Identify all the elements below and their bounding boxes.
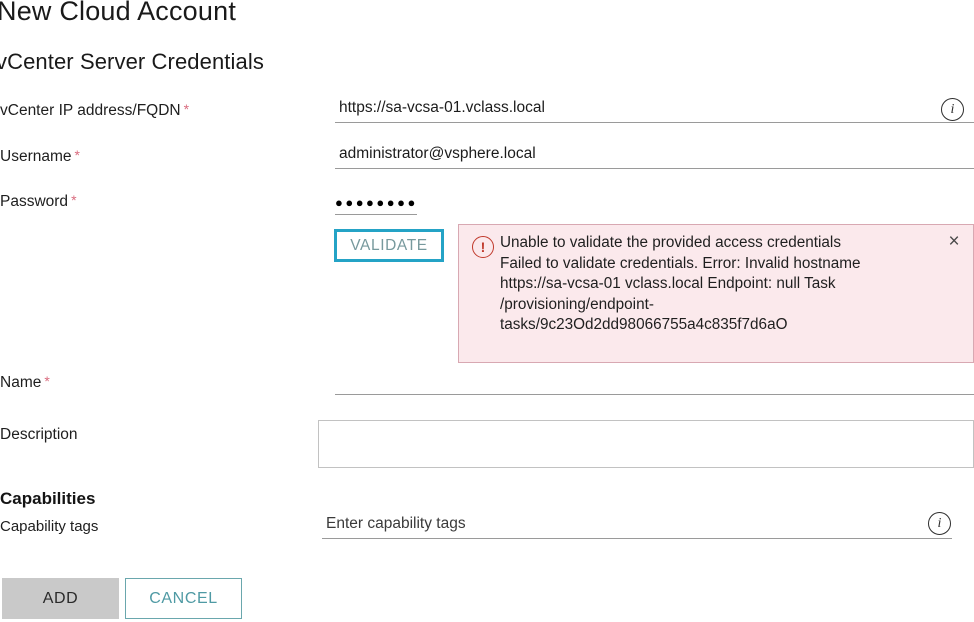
label-vcenter-fqdn: vCenter IP address/FQDN * bbox=[0, 101, 189, 120]
required-asterisk: * bbox=[74, 147, 80, 163]
label-password: Password * bbox=[0, 192, 77, 211]
password-underline bbox=[335, 214, 417, 215]
label-capability-tags: Capability tags bbox=[0, 518, 99, 535]
close-icon[interactable]: × bbox=[943, 230, 965, 252]
password-masked-value: ●●●●●●●● bbox=[335, 195, 418, 210]
label-vcenter-fqdn-text: vCenter IP address/FQDN bbox=[0, 102, 181, 119]
page-title: New Cloud Account bbox=[0, 0, 237, 26]
section-title-vcenter-credentials: vCenter Server Credentials bbox=[0, 49, 264, 74]
label-description: Description bbox=[0, 426, 78, 443]
label-name-text: Name bbox=[0, 374, 42, 391]
password-input[interactable]: ●●●●●●●● bbox=[335, 196, 417, 215]
label-username-text: Username bbox=[0, 148, 72, 165]
new-cloud-account-form: New Cloud Account vCenter Server Credent… bbox=[0, 0, 974, 622]
label-password-text: Password bbox=[0, 193, 69, 210]
exclamation-circle-icon: ! bbox=[472, 236, 494, 258]
name-input[interactable] bbox=[335, 371, 974, 395]
cancel-button[interactable]: CANCEL bbox=[125, 578, 242, 619]
add-button[interactable]: ADD bbox=[2, 578, 119, 619]
validation-error-panel: ! Unable to validate the provided access… bbox=[458, 224, 974, 363]
label-username: Username * bbox=[0, 147, 80, 166]
required-asterisk: * bbox=[44, 373, 50, 389]
capability-tags-input[interactable] bbox=[322, 515, 952, 539]
info-icon[interactable]: i bbox=[941, 98, 964, 121]
required-asterisk: * bbox=[71, 192, 77, 208]
required-asterisk: * bbox=[183, 101, 190, 117]
info-icon[interactable]: i bbox=[928, 512, 951, 535]
validate-button[interactable]: VALIDATE bbox=[334, 229, 444, 262]
validation-error-message: Unable to validate the provided access c… bbox=[500, 234, 861, 334]
capabilities-heading: Capabilities bbox=[0, 489, 96, 508]
username-input[interactable] bbox=[335, 145, 974, 169]
label-name: Name * bbox=[0, 373, 50, 392]
description-textarea[interactable] bbox=[318, 420, 974, 468]
vcenter-fqdn-input[interactable] bbox=[335, 99, 974, 123]
